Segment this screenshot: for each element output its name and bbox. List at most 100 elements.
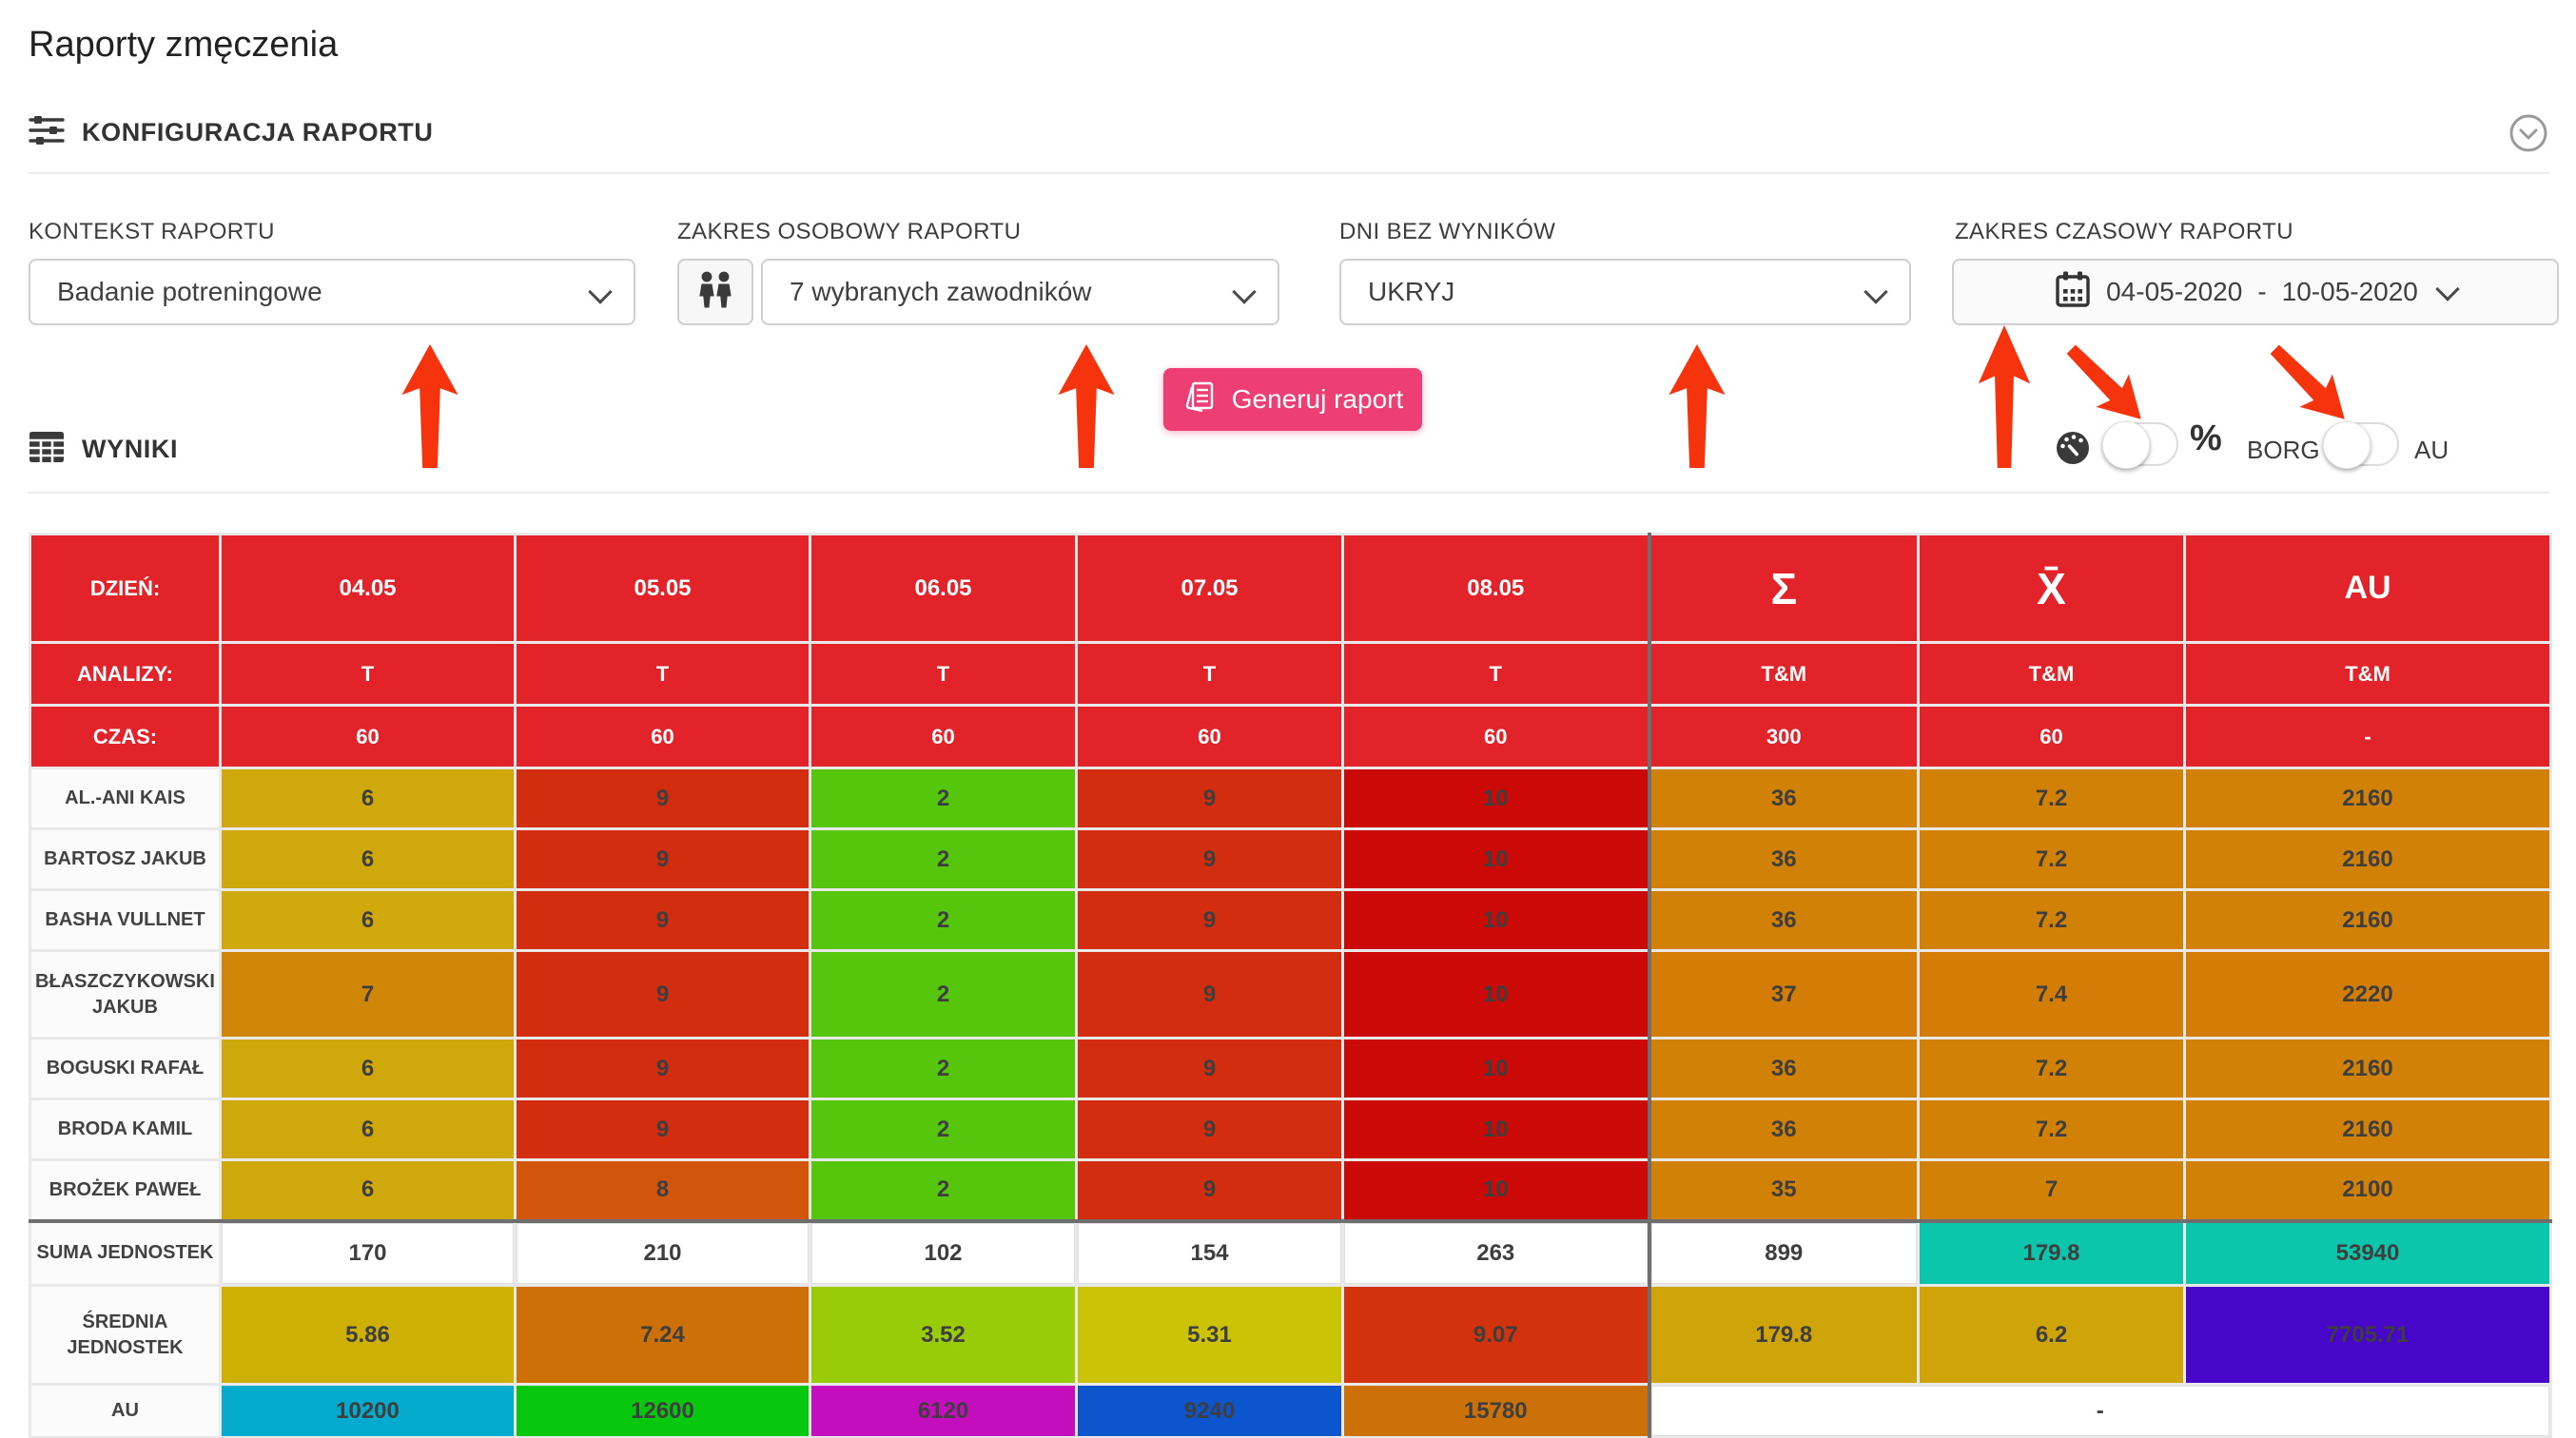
- chevron-down-icon: [1232, 280, 1256, 303]
- date-range-to: 10-05-2020: [2282, 277, 2418, 307]
- value-cell: 8: [516, 1160, 810, 1221]
- generate-report-label: Generuj raport: [1232, 384, 1404, 415]
- annotation-arrow-up: [1977, 325, 2032, 468]
- divider: [29, 172, 2549, 174]
- time-cell: 60: [1077, 706, 1343, 768]
- value-cell: 10: [1343, 890, 1649, 951]
- table-row: BROŻEK PAWEŁ 6 8 2 9 10 35 7 2100: [30, 1160, 2551, 1221]
- athlete-name: BOGUSKI RAFAŁ: [30, 1039, 221, 1099]
- athlete-name: BARTOSZ JAKUB: [30, 829, 221, 890]
- results-table: DZIEŃ: 04.05 05.05 06.05 07.05 08.05 Σ X…: [29, 533, 2552, 1438]
- value-cell: 2: [810, 829, 1077, 890]
- value-cell: 170: [221, 1221, 516, 1286]
- athlete-name: BRODA KAMIL: [30, 1099, 221, 1160]
- au-cell: 53940: [2185, 1221, 2551, 1286]
- nodata-select[interactable]: UKRYJ: [1339, 259, 1911, 325]
- table-row: BRODA KAMIL 6 9 2 9 10 36 7.2 2160: [30, 1099, 2551, 1160]
- nodata-field-label: DNI BEZ WYNIKÓW: [1339, 219, 1555, 245]
- date-range-button[interactable]: 04-05-2020 - 10-05-2020: [1952, 259, 2559, 325]
- value-cell: 9: [1077, 1160, 1343, 1221]
- people-select-value: 7 wybranych zawodników: [790, 277, 1092, 307]
- time-cell: 60: [221, 706, 516, 768]
- context-select[interactable]: Badanie potreningowe: [29, 259, 635, 325]
- table-row: AL.-ANI KAIS 6 9 2 9 10 36 7.2 2160: [30, 768, 2551, 829]
- time-cell: -: [2185, 706, 2551, 768]
- sum-cell: 36: [1649, 890, 1919, 951]
- value-cell: 6: [221, 1039, 516, 1099]
- color-scale-toggle[interactable]: [2102, 422, 2178, 466]
- day-header: 06.05: [810, 534, 1077, 643]
- au-cell: 2160: [2185, 1039, 2551, 1099]
- value-cell: 7.24: [516, 1286, 810, 1385]
- time-cell: 60: [1919, 706, 2185, 768]
- au-label: AU: [2414, 436, 2449, 465]
- sum-cell: 179.8: [1649, 1286, 1919, 1385]
- value-cell: 6: [221, 768, 516, 829]
- analyses-cell: T&M: [1919, 643, 2185, 706]
- value-cell: 5.31: [1077, 1286, 1343, 1385]
- results-header: WYNIKI: [29, 431, 178, 468]
- time-cell: 60: [810, 706, 1077, 768]
- context-select-value: Badanie potreningowe: [57, 277, 322, 307]
- value-cell: 5.86: [221, 1286, 516, 1385]
- value-cell: 6: [221, 1160, 516, 1221]
- value-cell: 12600: [516, 1385, 810, 1438]
- people-select[interactable]: 7 wybranych zawodników: [761, 259, 1279, 325]
- row-header: DZIEŃ:: [30, 534, 221, 643]
- value-cell: 210: [516, 1221, 810, 1286]
- value-cell: 154: [1077, 1221, 1343, 1286]
- results-section-title: WYNIKI: [82, 435, 178, 464]
- annotation-arrow-up: [1667, 344, 1727, 468]
- row-header: ANALIZY:: [30, 643, 221, 706]
- mean-cell: 179.8: [1919, 1221, 2185, 1286]
- time-cell: 60: [1343, 706, 1649, 768]
- config-section-title: KONFIGURACJA RAPORTU: [82, 118, 434, 147]
- people-picker-button[interactable]: [677, 259, 753, 325]
- sum-cell: 37: [1649, 951, 1919, 1039]
- mean-cell: 7.2: [1919, 768, 2185, 829]
- value-cell: 3.52: [810, 1286, 1077, 1385]
- sum-cell: 36: [1649, 829, 1919, 890]
- generate-report-button[interactable]: Generuj raport: [1163, 368, 1422, 431]
- sum-cell: 35: [1649, 1160, 1919, 1221]
- two-persons-icon: [693, 271, 737, 314]
- mean-cell: 7.2: [1919, 829, 2185, 890]
- value-cell: 9: [516, 829, 810, 890]
- value-cell: 10: [1343, 1099, 1649, 1160]
- value-cell: 10: [1343, 951, 1649, 1039]
- value-cell: 9: [1077, 951, 1343, 1039]
- value-cell: 102: [810, 1221, 1077, 1286]
- mean-column-header: X̄: [1919, 534, 2185, 643]
- au-cell: 2160: [2185, 1099, 2551, 1160]
- day-header: 07.05: [1077, 534, 1343, 643]
- value-cell: 15780: [1343, 1385, 1649, 1438]
- chevron-down-icon: [1864, 280, 1887, 303]
- au-cell: 2100: [2185, 1160, 2551, 1221]
- value-cell: 10: [1343, 1160, 1649, 1221]
- value-cell: 6: [221, 829, 516, 890]
- collapse-section-button[interactable]: [2508, 112, 2549, 159]
- chevron-down-icon: [2435, 277, 2459, 301]
- athlete-name: AL.-ANI KAIS: [30, 768, 221, 829]
- mean-cell: 7.2: [1919, 1099, 2185, 1160]
- sum-cell: 36: [1649, 1039, 1919, 1099]
- time-cell: 300: [1649, 706, 1919, 768]
- table-row: BŁASZCZYKOWSKI JAKUB 7 9 2 9 10 37 7.4 2…: [30, 951, 2551, 1039]
- value-cell: 9: [1077, 829, 1343, 890]
- day-header: 05.05: [516, 534, 810, 643]
- chevron-down-icon: [588, 280, 612, 303]
- day-header: 08.05: [1343, 534, 1649, 643]
- athlete-name: BASHA VULLNET: [30, 890, 221, 951]
- mean-cell: 6.2: [1919, 1286, 2185, 1385]
- analyses-cell: T&M: [2185, 643, 2551, 706]
- summary-row-label: ŚREDNIA JEDNOSTEK: [30, 1286, 221, 1385]
- table-row: BARTOSZ JAKUB 6 9 2 9 10 36 7.2 2160: [30, 829, 2551, 890]
- day-header: 04.05: [221, 534, 516, 643]
- report-pages-icon: [1182, 379, 1217, 420]
- analyses-cell: T: [516, 643, 810, 706]
- value-cell: 9: [1077, 890, 1343, 951]
- mean-cell: 7.4: [1919, 951, 2185, 1039]
- au-cell: 2160: [2185, 890, 2551, 951]
- chevron-down-circle-icon: [2508, 142, 2549, 158]
- mean-cell: 7: [1919, 1160, 2185, 1221]
